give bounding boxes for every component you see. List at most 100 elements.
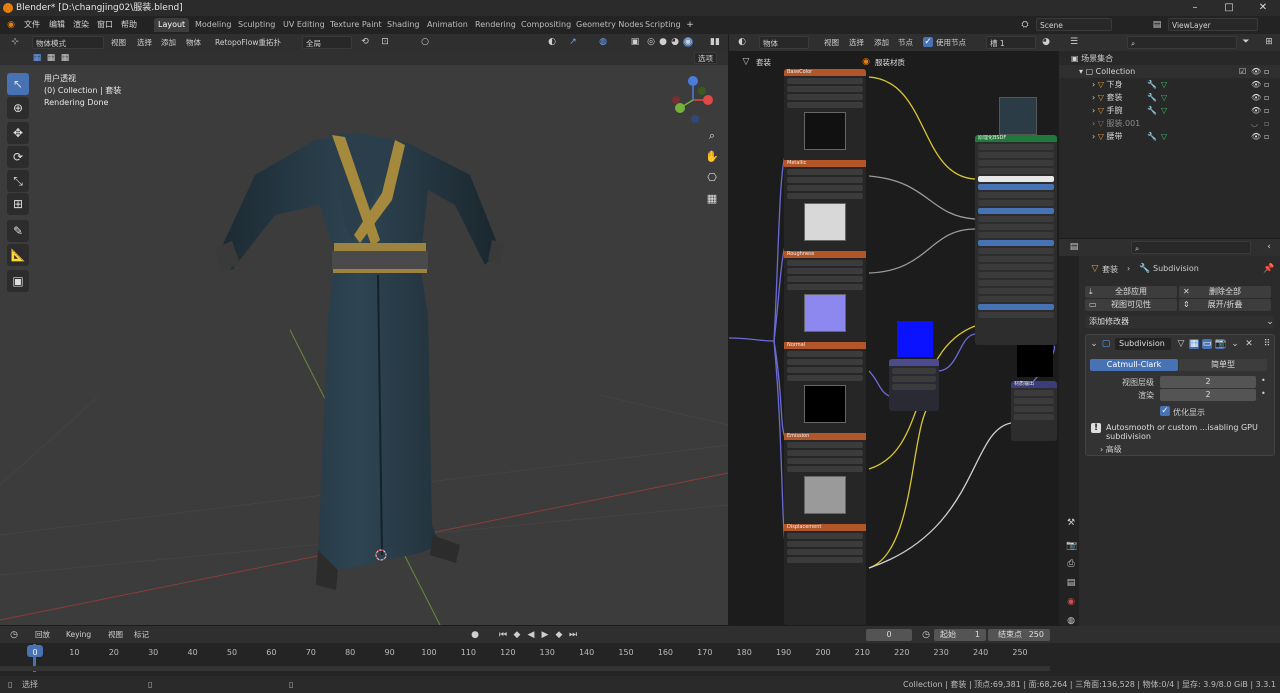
pin-icon[interactable]: 📌 xyxy=(1263,264,1274,274)
select-subtract-icon[interactable]: ▦ xyxy=(60,53,70,63)
outliner-item-4[interactable]: › ▽ 腰带 🔧 ▽ 👁 ▫ xyxy=(1059,130,1280,143)
node-menu-add[interactable]: 添加 xyxy=(871,36,892,49)
shader-type-selector[interactable]: 物体 xyxy=(759,36,809,49)
render-tab-icon[interactable]: 📷 xyxy=(1066,541,1077,551)
mode-selector[interactable]: 物体模式 xyxy=(32,36,104,49)
ortho-grid-icon[interactable]: ▦ xyxy=(703,190,721,208)
add-modifier-chevron-icon[interactable]: ⌄ xyxy=(1265,317,1275,327)
item-camera-icon[interactable]: ▫ xyxy=(1264,117,1269,130)
timeline-type-icon[interactable]: ◷ xyxy=(9,630,19,640)
node-menu-node[interactable]: 节点 xyxy=(895,36,916,49)
material-preview-icon[interactable]: ◕ xyxy=(1041,37,1051,47)
view-layer-icon[interactable]: ▤ xyxy=(1152,20,1162,30)
levels-render-field[interactable]: 2 xyxy=(1160,389,1256,401)
advanced-subpanel[interactable]: › 高级 xyxy=(1100,444,1122,455)
select-extend-icon[interactable]: ▦ xyxy=(46,53,56,63)
gizmo-icon[interactable]: ↗ xyxy=(568,37,578,47)
texture-node-header-roughness[interactable]: Roughness xyxy=(784,251,866,258)
pan-hand-icon[interactable]: ✋ xyxy=(703,148,721,166)
editor-type-icon[interactable]: ⊹ xyxy=(10,37,20,47)
outliner-scene-collection[interactable]: ▣ 场景集合 xyxy=(1059,52,1280,65)
node-menu-select[interactable]: 选择 xyxy=(846,36,867,49)
play-icon[interactable]: ▶ xyxy=(540,630,550,640)
optimal-display-checkbox[interactable]: ✓ xyxy=(1160,406,1170,416)
texture-node-header-basecolor[interactable]: BaseColor xyxy=(784,69,866,76)
viewport-menu-object[interactable]: 物体 xyxy=(183,36,204,49)
output-node-title[interactable]: 材质输出 xyxy=(1011,381,1057,388)
timeline-menu-view[interactable]: 视图 xyxy=(105,628,126,641)
record-icon[interactable]: ● xyxy=(470,630,480,640)
wireframe-shading-icon[interactable]: ◎ xyxy=(646,37,656,47)
edit-mode-toggle-icon[interactable]: ▽ xyxy=(1176,339,1186,349)
viewport-menu-add[interactable]: 添加 xyxy=(158,36,179,49)
navigation-gizmo[interactable] xyxy=(668,75,718,125)
show-viewport-icon[interactable]: ▭ xyxy=(1202,339,1212,349)
tab-layout[interactable]: Layout xyxy=(154,18,190,32)
remove-modifier-icon[interactable]: ✕ xyxy=(1244,339,1254,349)
timeline-menu-playback[interactable]: 回放 xyxy=(32,628,53,641)
move-tool[interactable]: ✥ xyxy=(7,122,29,144)
shader-node-editor[interactable]: ▽ 套装 ◉ 服装材质 BaseColor Metallic Roughness… xyxy=(729,51,1057,625)
viewport-menu-select[interactable]: 选择 xyxy=(134,36,155,49)
overlay-icon[interactable]: ◍ xyxy=(598,37,608,47)
menu-window[interactable]: 窗口 xyxy=(97,19,113,30)
clock-icon[interactable]: ◷ xyxy=(921,630,931,640)
timeline-menu-keying[interactable]: Keying xyxy=(63,628,94,641)
collection-checkbox-icon[interactable]: ☑ xyxy=(1239,65,1246,78)
item-eye-icon[interactable]: 👁 xyxy=(1251,91,1261,104)
close-icon[interactable]: ✕ xyxy=(1246,0,1280,16)
item-camera-icon[interactable]: ▫ xyxy=(1264,91,1269,104)
3d-viewport[interactable]: 用户透视 (0) Collection | 套装 Rendering Done … xyxy=(0,65,728,625)
on-cage-toggle-icon[interactable]: ▦ xyxy=(1189,339,1199,349)
timeline-menu-marker[interactable]: 标记 xyxy=(131,628,152,641)
apply-all-button[interactable]: ⤓ 全部应用 xyxy=(1085,286,1177,298)
node-menu-view[interactable]: 视图 xyxy=(821,36,842,49)
outliner-type-icon[interactable]: ☰ xyxy=(1069,37,1079,47)
delete-all-button[interactable]: ✕ 删除全部 xyxy=(1179,286,1271,298)
prev-keyframe-icon[interactable]: ◆ xyxy=(512,630,522,640)
tab-geometry-nodes[interactable]: Geometry Nodes xyxy=(572,18,647,32)
menu-edit[interactable]: 编辑 xyxy=(49,19,65,30)
expand-collapse-button[interactable]: ⇕ 展开/折叠 xyxy=(1179,299,1271,311)
levels-viewport-keyframe-icon[interactable]: • xyxy=(1261,376,1266,385)
options-dropdown[interactable]: 选项 xyxy=(694,52,717,64)
menu-help[interactable]: 帮助 xyxy=(121,19,137,30)
catmull-clark-button[interactable]: Catmull-Clark xyxy=(1090,359,1178,371)
timeline-scrollbar[interactable] xyxy=(0,666,1050,671)
select-box-mode-icon[interactable]: ▦ xyxy=(32,53,42,63)
pause-render-icon[interactable]: ▮▮ xyxy=(710,37,720,47)
scene-icon[interactable]: ⛭ xyxy=(1020,20,1030,30)
item-camera-icon[interactable]: ▫ xyxy=(1264,104,1269,117)
jump-end-icon[interactable]: ⏭ xyxy=(568,630,578,640)
tool-tab-icon[interactable]: ⚒ xyxy=(1066,518,1076,528)
current-frame-field[interactable]: 0 xyxy=(866,629,912,641)
play-reverse-icon[interactable]: ◀ xyxy=(526,630,536,640)
rendered-shading-icon[interactable]: ◉ xyxy=(683,37,693,47)
shader-editor-type-icon[interactable]: ◐ xyxy=(737,37,747,47)
properties-options-icon[interactable]: ‹ xyxy=(1264,242,1274,252)
add-cube-tool[interactable]: ▣ xyxy=(7,270,29,292)
texture-node-header-normal[interactable]: Normal xyxy=(784,342,866,349)
rotate-tool[interactable]: ⟳ xyxy=(7,146,29,168)
tab-shading[interactable]: Shading xyxy=(383,18,424,32)
use-nodes-checkbox[interactable]: ✓ xyxy=(923,37,933,47)
simple-button[interactable]: 简单型 xyxy=(1179,359,1267,371)
material-output-node[interactable]: 材质输出 xyxy=(1011,381,1057,441)
camera-view-icon[interactable]: ⎔ xyxy=(703,169,721,187)
tab-scripting[interactable]: Scripting xyxy=(641,18,685,32)
scale-tool[interactable]: ⤡ xyxy=(7,170,29,192)
view-layer-selector[interactable]: ViewLayer xyxy=(1168,18,1258,31)
blender-menu-icon[interactable]: ◉ xyxy=(6,20,16,30)
solid-shading-icon[interactable]: ● xyxy=(658,37,668,47)
item-eye-icon[interactable]: 👁 xyxy=(1251,130,1261,143)
viewport-visibility-button[interactable]: ▭ 视图可见性 xyxy=(1085,299,1177,311)
new-collection-icon[interactable]: ⊞ xyxy=(1264,37,1274,47)
minimize-icon[interactable]: – xyxy=(1178,0,1212,16)
maximize-icon[interactable]: □ xyxy=(1212,0,1246,16)
outliner-item-1[interactable]: › ▽ 套装 🔧 ▽ 👁 ▫ xyxy=(1059,91,1280,104)
add-workspace-icon[interactable]: + xyxy=(685,20,695,30)
collection-eye-icon[interactable]: 👁 xyxy=(1251,65,1261,78)
outliner-search[interactable]: ⌕ xyxy=(1127,36,1237,49)
world-tab-icon[interactable]: ◍ xyxy=(1066,616,1076,626)
visibility-icon[interactable]: ◐ xyxy=(547,37,557,47)
